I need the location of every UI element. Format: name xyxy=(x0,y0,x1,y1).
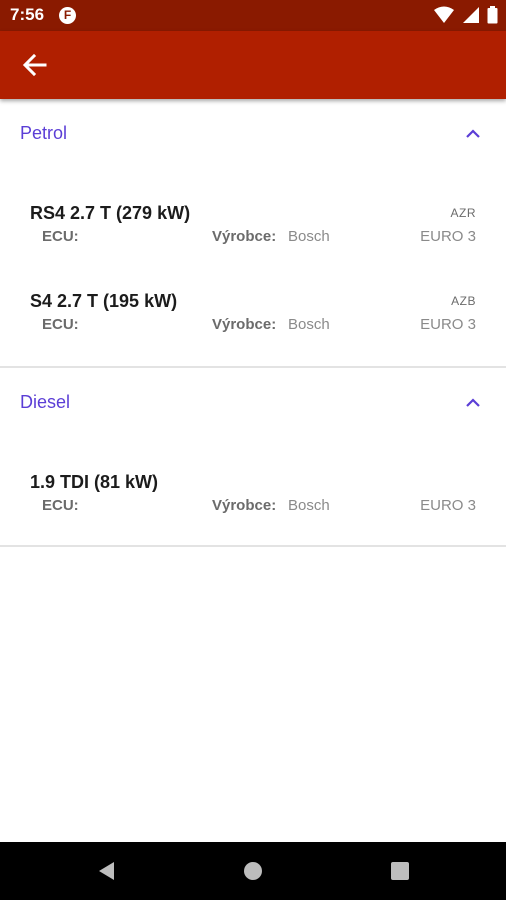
engine-name: RS4 2.7 T (279 kW) xyxy=(30,203,191,223)
section-title: Diesel xyxy=(20,392,71,412)
section-divider xyxy=(0,545,506,547)
notification-app-icon: F xyxy=(59,7,76,24)
engine-row[interactable]: S4 2.7 T (195 kW) AZB ECU: Výrobce: Bosc… xyxy=(0,291,506,371)
wifi-icon xyxy=(434,6,455,23)
maker-label: Výrobce: xyxy=(212,228,277,245)
emission-standard: EURO 3 xyxy=(420,316,476,333)
status-time: 7:56 xyxy=(10,5,45,24)
maker-value: Bosch xyxy=(288,228,330,245)
engine-name: 1.9 TDI (81 kW) xyxy=(30,472,159,492)
section-header-diesel[interactable]: Diesel xyxy=(0,368,506,438)
engine-code: AZB xyxy=(451,294,476,308)
emission-standard: EURO 3 xyxy=(420,228,476,245)
signal-icon xyxy=(462,7,479,23)
engine-row[interactable]: RS4 2.7 T (279 kW) AZR ECU: Výrobce: Bos… xyxy=(0,203,506,283)
section-header-petrol[interactable]: Petrol xyxy=(0,99,506,169)
ecu-label: ECU: xyxy=(42,316,79,333)
chevron-up-icon[interactable] xyxy=(464,125,482,143)
emission-standard: EURO 3 xyxy=(420,497,476,514)
app-bar xyxy=(0,31,506,99)
engine-code: AZR xyxy=(450,206,476,220)
home-circle-icon[interactable] xyxy=(241,859,265,883)
section-title: Petrol xyxy=(20,123,68,143)
status-bar: 7:56 F xyxy=(0,0,506,31)
chevron-up-icon[interactable] xyxy=(464,394,482,412)
status-indicators xyxy=(431,6,498,25)
battery-icon xyxy=(487,6,498,24)
ecu-label: ECU: xyxy=(42,497,79,514)
engine-name: S4 2.7 T (195 kW) xyxy=(30,291,178,311)
maker-value: Bosch xyxy=(288,497,330,514)
ecu-label: ECU: xyxy=(42,228,79,245)
engine-row[interactable]: 1.9 TDI (81 kW) ECU: Výrobce: Bosch EURO… xyxy=(0,472,506,552)
back-triangle-icon[interactable] xyxy=(95,859,119,883)
maker-label: Výrobce: xyxy=(212,497,277,514)
maker-label: Výrobce: xyxy=(212,316,277,333)
arrow-back-icon[interactable] xyxy=(20,50,50,80)
recents-square-icon[interactable] xyxy=(388,859,412,883)
maker-value: Bosch xyxy=(288,316,330,333)
system-nav-bar xyxy=(0,842,506,900)
